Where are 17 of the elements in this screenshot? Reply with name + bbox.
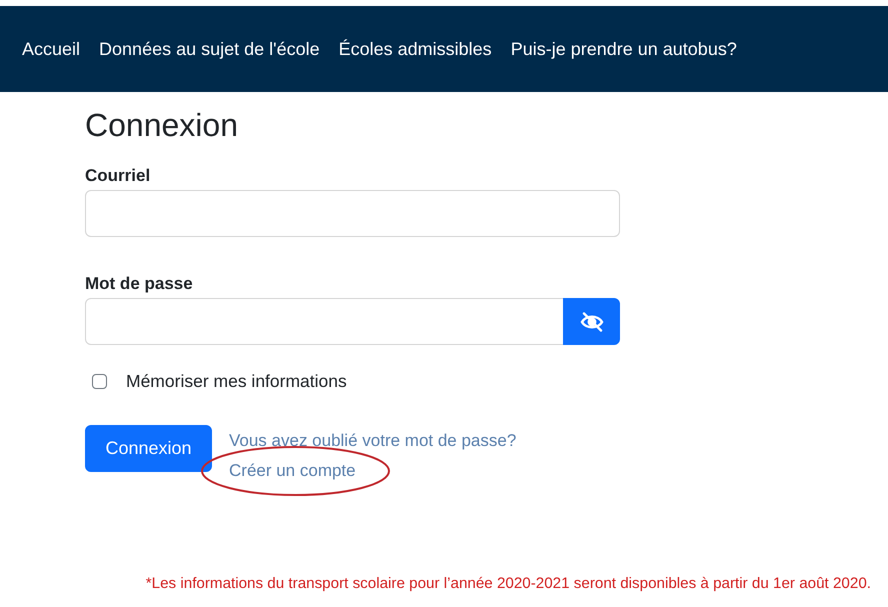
show-password-button[interactable]	[563, 298, 620, 345]
transport-notice: *Les informations du transport scolaire pour l’année 2020-2021 seront disponibles à partir du 1er août 2020.	[144, 574, 872, 594]
remember-checkbox[interactable]	[92, 374, 107, 388]
field-label: Courriel	[85, 165, 152, 187]
email-field[interactable]	[85, 190, 620, 237]
nav-link[interactable]: Puis-je prendre un autobus?	[510, 36, 737, 62]
nav-link[interactable]: Écoles admissibles	[338, 36, 492, 62]
page-title: Connexion	[85, 106, 239, 144]
login-button[interactable]: Connexion	[85, 425, 212, 472]
text-link[interactable]: Vous avez oublié votre mot de passe?	[229, 431, 516, 450]
password-field[interactable]	[85, 298, 564, 345]
eye-slash-icon	[580, 312, 604, 332]
field-label: Mot de passe	[85, 273, 194, 295]
nav-link[interactable]: Données au sujet de l'école	[99, 36, 320, 62]
nav-link[interactable]: Accueil	[22, 36, 80, 62]
text-link[interactable]: Créer un compte	[229, 461, 356, 480]
checkbox-label[interactable]: Mémoriser mes informations	[126, 369, 347, 393]
